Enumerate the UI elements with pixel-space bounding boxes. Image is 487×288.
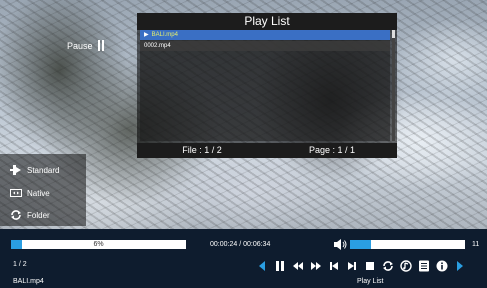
progress-percent: 6%: [93, 241, 104, 248]
button-hint: Play List: [357, 278, 384, 285]
playlist-panel: Play List ▶ BALI.mp4 0002.mp4 File : 1 / …: [137, 13, 397, 158]
playlist-scrollbar[interactable]: [392, 30, 395, 141]
file-name: BALI.mp4: [13, 278, 44, 285]
pause-icon[interactable]: [274, 260, 286, 272]
playlist-item-label: 0002.mp4: [144, 43, 171, 49]
info-icon[interactable]: [436, 260, 448, 272]
file-counter: File : 1 / 2: [182, 145, 222, 155]
time-display: 00:00:24 / 00:06:34: [210, 241, 271, 248]
rewind-icon[interactable]: [292, 260, 304, 272]
play-marker-icon: ▶: [144, 32, 149, 38]
menu-item-label: Native: [27, 188, 50, 198]
pause-indicator: Pause: [67, 40, 104, 51]
repeat-icon[interactable]: [382, 260, 394, 272]
skip-next-icon[interactable]: [346, 260, 358, 272]
volume-value: 11: [472, 241, 480, 248]
menu-item-folder[interactable]: Folder: [10, 208, 50, 222]
pause-label: Pause: [67, 40, 93, 51]
stop-icon[interactable]: [364, 260, 376, 272]
volume-icon[interactable]: [333, 238, 347, 251]
playlist-icon[interactable]: [418, 260, 430, 272]
folder-repeat-icon: [10, 209, 22, 221]
playlist-footer: File : 1 / 2 Page : 1 / 1: [137, 143, 397, 158]
volume-slider[interactable]: [350, 240, 465, 249]
transport-controls: [256, 259, 466, 273]
menu-item-native[interactable]: Native: [10, 186, 50, 200]
aspect-menu: Standard Native Folder: [0, 154, 86, 226]
volume-fill: [350, 240, 371, 249]
playlist-item[interactable]: 0002.mp4: [140, 41, 390, 51]
aspect-standard-icon: [10, 164, 22, 176]
playlist-title: Play List: [137, 13, 397, 30]
menu-item-standard[interactable]: Standard: [10, 163, 59, 177]
playlist-item-label: BALI.mp4: [151, 32, 178, 38]
playlist-item-selected[interactable]: ▶ BALI.mp4: [140, 30, 390, 40]
playlist-list: ▶ BALI.mp4 0002.mp4: [140, 30, 390, 141]
menu-item-label: Folder: [27, 210, 50, 220]
file-index: 1 / 2: [13, 261, 27, 268]
prev-page-icon[interactable]: [256, 260, 268, 272]
control-bar: 6% 00:00:24 / 00:06:34 11 1 / 2 BALI.mp4: [0, 229, 487, 288]
audio-track-icon[interactable]: [400, 260, 412, 272]
next-page-icon[interactable]: [454, 260, 466, 272]
playlist-scrollbar-thumb[interactable]: [392, 30, 395, 38]
fast-forward-icon[interactable]: [310, 260, 322, 272]
skip-previous-icon[interactable]: [328, 260, 340, 272]
aspect-native-icon: [10, 187, 22, 199]
menu-item-label: Standard: [27, 165, 60, 175]
page-counter: Page : 1 / 1: [308, 145, 356, 155]
pause-icon: [97, 40, 104, 51]
